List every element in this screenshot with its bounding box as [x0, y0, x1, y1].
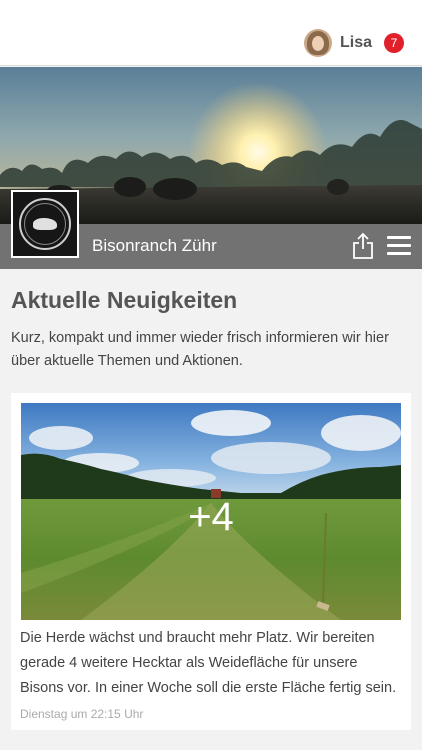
more-photos-label[interactable]: +4: [21, 495, 401, 540]
notification-badge[interactable]: 7: [384, 33, 404, 53]
avatar[interactable]: [303, 29, 332, 57]
ranch-logo[interactable]: [11, 190, 79, 258]
post-timestamp: Dienstag um 22:15 Uhr: [20, 707, 144, 721]
username[interactable]: Lisa: [340, 34, 372, 52]
news-card[interactable]: +4 Die Herde wächst und braucht mehr Pla…: [11, 393, 411, 730]
top-bar: Lisa 7: [0, 0, 422, 66]
post-text: Die Herde wächst und braucht mehr Platz.…: [20, 630, 397, 696]
post-photo[interactable]: +4: [21, 403, 401, 620]
section-intro: Kurz, kompakt und immer wieder frisch in…: [11, 330, 389, 369]
share-icon[interactable]: [352, 232, 374, 260]
user-menu[interactable]: Lisa 7: [303, 29, 404, 57]
site-name: Bisonranch Zühr: [92, 236, 217, 255]
hamburger-menu-icon[interactable]: [387, 236, 411, 256]
bison-icon: [33, 218, 57, 230]
section-title: Aktuelle Neuigkeiten: [11, 287, 238, 313]
